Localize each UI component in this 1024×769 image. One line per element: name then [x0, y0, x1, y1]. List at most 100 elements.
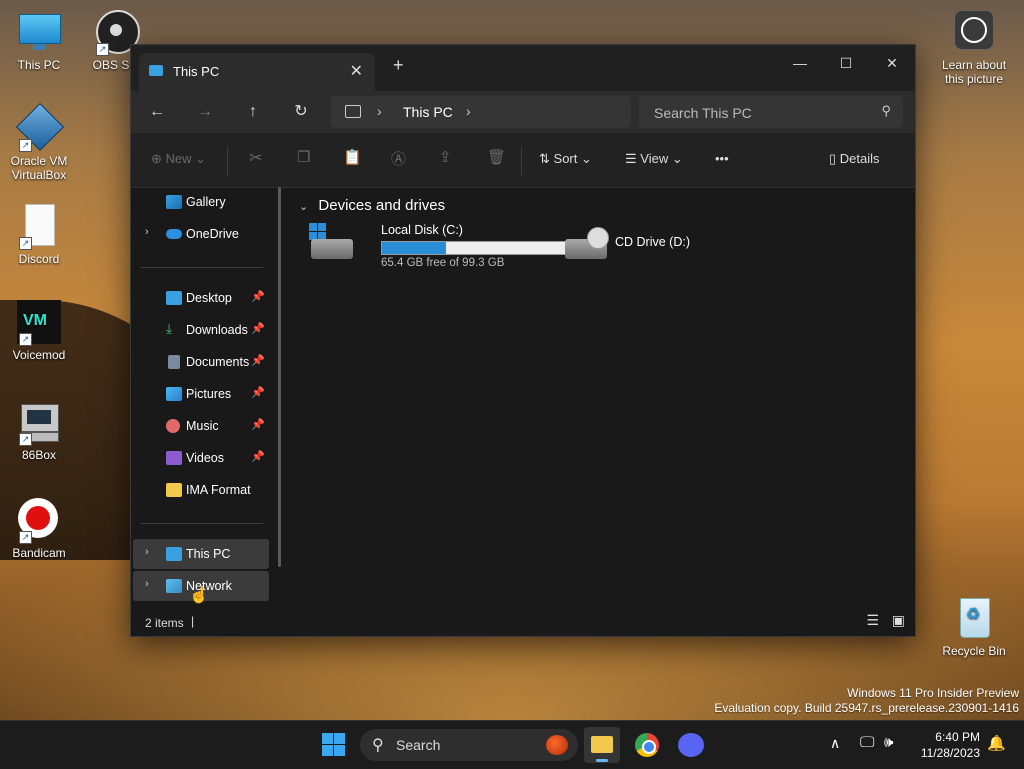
taskbar: ⚲ Search ∧ 🖵 🕪 6:40 PM 11/28/2023 🔔 [0, 720, 1024, 769]
drive-cd[interactable]: CD Drive (D:) [565, 223, 725, 267]
sidebar-item-documents[interactable]: Documents 📌 [133, 347, 269, 377]
desktop-icon-86box[interactable]: ↗ 86Box [1, 400, 77, 462]
desktop-icon-label: Discord [18, 252, 60, 266]
volume-icon[interactable]: 🕪 [884, 734, 893, 751]
pin-icon: 📌 [251, 291, 265, 303]
tab-close-icon[interactable]: ✕ [350, 61, 363, 81]
desktop-icon-label: This PC [17, 58, 61, 72]
back-button[interactable]: ← [143, 99, 171, 125]
close-button[interactable]: ✕ [869, 49, 915, 77]
taskbar-search[interactable]: ⚲ Search [360, 729, 578, 761]
search-box[interactable]: Search This PC ⚲ [639, 96, 903, 128]
start-button[interactable] [322, 733, 346, 757]
taskbar-file-explorer[interactable] [584, 727, 620, 763]
nav-pane-scrollbar[interactable] [278, 187, 281, 567]
sidebar-item-network[interactable]: › Network ☝ [133, 571, 269, 604]
desktop-icon-virtualbox[interactable]: ↗ Oracle VM VirtualBox [1, 102, 77, 182]
desktop-icon-bandicam[interactable]: ↗ Bandicam [1, 498, 77, 560]
cut-icon[interactable]: ✂ [249, 148, 262, 168]
refresh-button[interactable]: ↻ [287, 99, 315, 125]
sidebar-item-label: Downloads [186, 323, 248, 337]
search-input[interactable]: Search This PC [654, 105, 752, 121]
desktop-icon-learn-about-picture[interactable]: Learn about this picture [936, 10, 1012, 86]
details-button[interactable]: ▯ Details [829, 151, 880, 167]
pin-icon: 📌 [251, 451, 265, 463]
network-status-icon[interactable]: 🖵 [860, 734, 874, 751]
taskbar-clock[interactable]: 6:40 PM 11/28/2023 [921, 729, 980, 761]
sidebar-item-music[interactable]: Music 📌 [133, 411, 269, 441]
desktop-icon-recycle-bin[interactable]: ♻ Recycle Bin [936, 596, 1012, 658]
sidebar-item-onedrive[interactable]: › OneDrive [133, 219, 269, 249]
sort-button-label: Sort [553, 151, 578, 166]
disc-icon [587, 227, 609, 249]
maximize-button[interactable]: ☐ [823, 49, 869, 77]
rename-icon[interactable]: Ⓐ [391, 148, 406, 169]
desktop-icon-discord[interactable]: ↗ Discord [1, 204, 77, 266]
details-pane-icon: ▯ [829, 151, 837, 166]
taskbar-discord[interactable] [673, 727, 709, 763]
desktop-icon [166, 291, 182, 305]
view-button[interactable]: ☰ View ⌄ [625, 151, 683, 167]
large-icons-view-icon[interactable]: ▣ [892, 612, 905, 629]
sidebar-item-pictures[interactable]: Pictures 📌 [133, 379, 269, 409]
item-count: 2 items [145, 616, 184, 630]
up-button[interactable]: ↑ [239, 99, 267, 125]
chrome-center [642, 740, 656, 754]
sidebar-item-label: Gallery [186, 195, 226, 209]
sidebar-item-videos[interactable]: Videos 📌 [133, 443, 269, 473]
sort-button[interactable]: ⇅ Sort ⌄ [539, 151, 592, 167]
taskbar-search-input[interactable]: Search [396, 737, 440, 753]
chevron-right-icon[interactable]: › [145, 226, 149, 238]
breadcrumb-chevron-icon[interactable]: › [466, 103, 471, 119]
pin-icon: 📌 [251, 387, 265, 399]
desktop-icon-voicemod[interactable]: VM ↗ Voicemod [1, 300, 77, 362]
download-arrow-icon: ⤓ [166, 320, 173, 336]
search-highlight-icon [546, 735, 568, 755]
document-icon [168, 355, 180, 369]
new-tab-button[interactable]: + [393, 55, 404, 76]
breadcrumb-chevron-icon[interactable]: › [377, 103, 382, 119]
folder-icon [591, 736, 613, 753]
record-icon: ↗ [17, 498, 61, 544]
breadcrumb-this-pc[interactable]: This PC [403, 104, 453, 120]
taskbar-chrome[interactable] [629, 727, 665, 763]
plus-circle-icon: ⊕ [151, 151, 162, 166]
hard-drive-icon [311, 239, 353, 259]
share-icon[interactable]: ⇪ [439, 148, 452, 166]
details-view-icon[interactable]: ☰ [866, 612, 879, 629]
forward-button[interactable]: → [191, 99, 219, 125]
group-header[interactable]: ⌄ Devices and drives [299, 197, 445, 214]
sidebar-item-gallery[interactable]: Gallery [133, 187, 269, 217]
pin-icon: 📌 [251, 323, 265, 335]
new-button[interactable]: ⊕ New ⌄ [151, 151, 206, 167]
tab-this-pc[interactable]: This PC ✕ [139, 53, 375, 91]
copy-icon[interactable]: ❐ [297, 148, 310, 166]
minimize-button[interactable]: — [777, 49, 823, 77]
virtualbox-icon: ↗ [15, 102, 65, 152]
more-options-button[interactable]: ••• [715, 151, 729, 166]
new-button-label: New [165, 151, 192, 166]
chevron-right-icon[interactable]: › [145, 546, 149, 558]
address-bar[interactable]: › This PC › [331, 96, 631, 128]
sidebar-item-ima-format[interactable]: IMA Format [133, 475, 269, 505]
address-toolbar: ← → ↑ ↻ › This PC › Search This PC ⚲ [131, 91, 915, 133]
show-hidden-icons-button[interactable]: ∧ [830, 735, 840, 752]
drive-local-disk[interactable]: Local Disk (C:) 65.4 GB free of 99.3 GB [309, 223, 579, 269]
chevron-right-icon[interactable]: › [145, 578, 149, 590]
cloud-icon [166, 229, 182, 239]
sidebar-item-label: Desktop [186, 291, 232, 305]
paste-icon[interactable]: 📋 [343, 148, 362, 166]
delete-icon[interactable]: 🗑 [487, 148, 506, 166]
music-icon [166, 419, 180, 433]
sidebar-item-downloads[interactable]: ⤓ Downloads 📌 [133, 315, 269, 345]
86box-icon: ↗ [17, 400, 61, 446]
sidebar-item-desktop[interactable]: Desktop 📌 [133, 283, 269, 313]
notification-bell-icon[interactable]: 🔔 [987, 734, 1006, 752]
desktop-icon-label: Learn about this picture [941, 58, 1007, 86]
folder-icon [166, 483, 182, 497]
sidebar-item-this-pc[interactable]: › This PC [133, 539, 269, 569]
title-bar: This PC ✕ + — ☐ ✕ [131, 45, 915, 91]
desktop-icon-this-pc[interactable]: This PC [1, 10, 77, 72]
pictures-icon [166, 387, 182, 401]
drive-name: CD Drive (D:) [615, 235, 690, 249]
